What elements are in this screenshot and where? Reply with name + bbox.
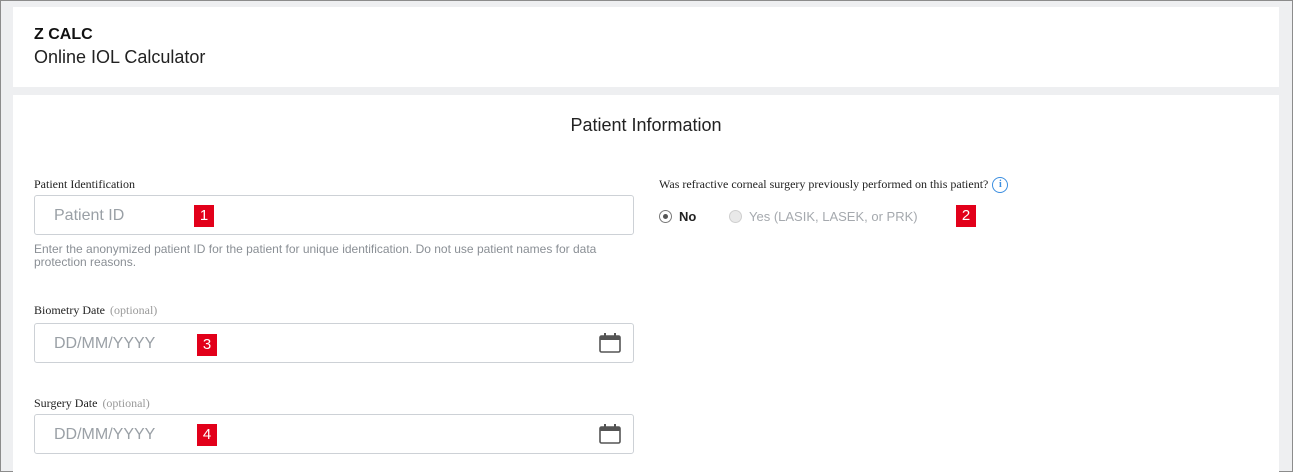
callout-marker-1: 1 (194, 205, 214, 227)
patient-id-placeholder: Patient ID (54, 207, 125, 224)
app-subtitle: Online IOL Calculator (34, 47, 206, 67)
radio-yes-label[interactable]: Yes (LASIK, LASEK, or PRK) (749, 209, 918, 224)
biometry-date-optional: (optional) (109, 303, 158, 317)
surgery-date-label: Surgery Date (optional) (34, 396, 150, 411)
surgery-date-optional: (optional) (102, 396, 150, 410)
app-name: Z CALC (34, 26, 93, 43)
info-icon[interactable]: i (992, 177, 1009, 194)
radio-yes[interactable] (729, 210, 742, 223)
calendar-icon[interactable] (599, 333, 621, 353)
biometry-date-label-text: Biometry Date (34, 303, 105, 317)
calendar-icon[interactable] (599, 424, 621, 444)
surgery-date-label-text: Surgery Date (34, 396, 98, 410)
patient-id-label: Patient Identification (34, 177, 135, 191)
radio-no-label[interactable]: No (679, 209, 696, 224)
radio-no[interactable] (659, 210, 672, 223)
app-header: Z CALC Online IOL Calculator (13, 7, 1279, 87)
patient-id-input[interactable]: Patient ID (34, 195, 634, 235)
surgery-date-input[interactable]: DD/MM/YYYY (34, 414, 634, 454)
biometry-date-placeholder: DD/MM/YYYY (54, 335, 156, 352)
callout-marker-3: 3 (197, 334, 217, 356)
biometry-date-label: Biometry Date (optional) (34, 303, 157, 318)
callout-marker-2: 2 (956, 205, 976, 227)
section-title: Patient Information (570, 115, 722, 135)
app-frame: Z CALC Online IOL Calculator Patient Inf… (0, 0, 1293, 473)
surgery-date-placeholder: DD/MM/YYYY (54, 426, 156, 443)
patient-id-help-text: Enter the anonymized patient ID for the … (34, 242, 597, 269)
refractive-surgery-question: Was refractive corneal surgery previousl… (659, 177, 1009, 194)
patient-information-card: Patient Information Patient Identificati… (13, 95, 1279, 473)
refractive-surgery-question-text: Was refractive corneal surgery previousl… (659, 177, 989, 191)
biometry-date-input[interactable]: DD/MM/YYYY (34, 323, 634, 363)
callout-marker-4: 4 (197, 424, 217, 446)
